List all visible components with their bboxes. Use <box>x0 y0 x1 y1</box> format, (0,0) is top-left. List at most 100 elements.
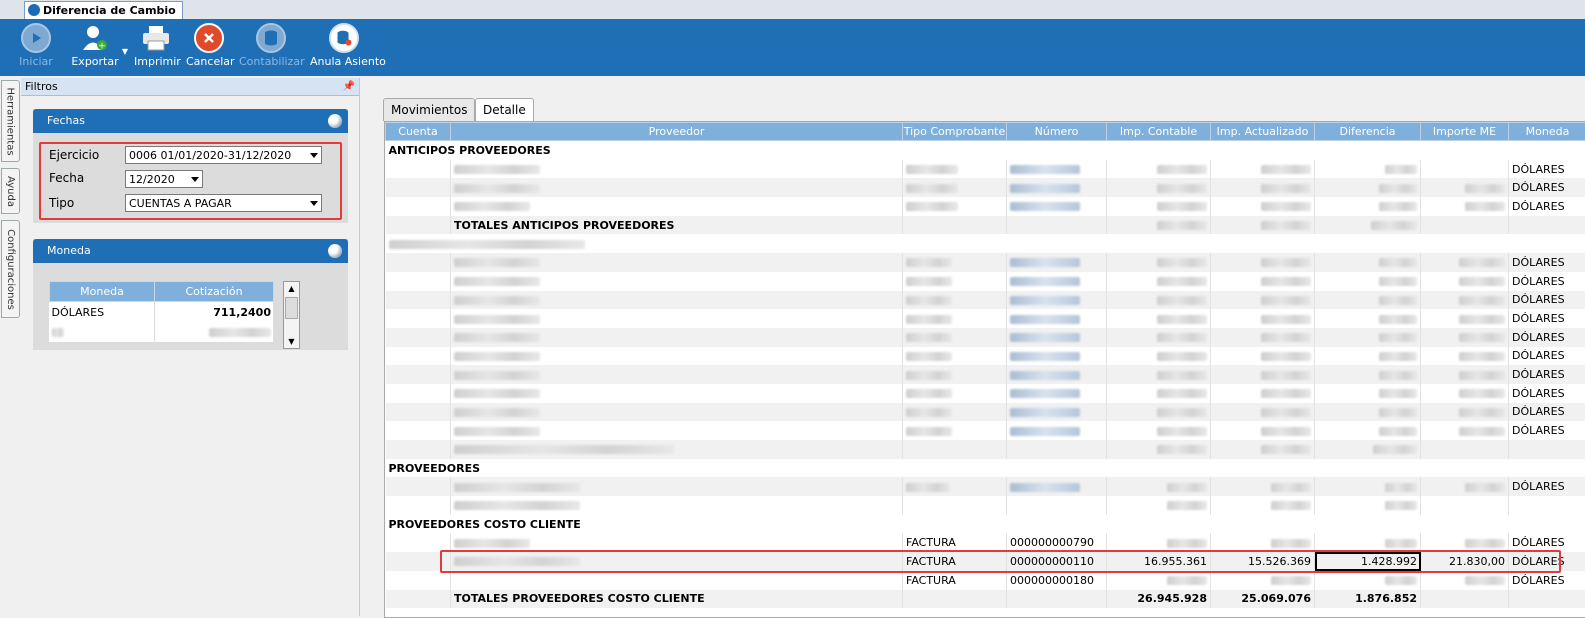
numero-cell: 000000000180 <box>1007 571 1107 590</box>
table-row[interactable]: DÓLARES <box>386 384 1585 403</box>
scroll-up-icon[interactable]: ▲ <box>284 282 299 295</box>
dropdown-arrow-icon[interactable]: ▼ <box>122 47 128 56</box>
moneda-cell: DÓLARES <box>1509 272 1585 291</box>
col-proveedor[interactable]: Proveedor <box>451 123 903 141</box>
group-label: PROVEEDORES <box>386 459 1585 478</box>
tab-movimientos[interactable]: Movimientos <box>383 98 475 121</box>
table-row[interactable]: DÓLARES <box>386 477 1585 496</box>
table-row[interactable]: DÓLARES <box>386 291 1585 310</box>
col-diferencia[interactable]: Diferencia <box>1315 123 1421 141</box>
total-diferencia: 1.876.852 <box>1315 590 1421 609</box>
moneda-cell: DÓLARES <box>1509 477 1585 496</box>
moneda-col-header[interactable]: Moneda <box>50 282 155 302</box>
moneda-title: Moneda <box>47 244 91 257</box>
table-row[interactable]: DÓLARES 711,2400 <box>50 302 274 323</box>
col-tipo-comprobante[interactable]: Tipo Comprobante <box>903 123 1007 141</box>
group-row[interactable]: PROVEEDORES <box>386 459 1585 478</box>
document-tab[interactable]: Diferencia de Cambio <box>24 1 183 20</box>
scroll-thumb[interactable] <box>285 297 298 319</box>
moneda-group-header[interactable]: Moneda <box>33 239 348 263</box>
fechas-group-header[interactable]: Fechas <box>33 109 348 133</box>
cotizacion-cell <box>155 322 274 342</box>
contabilizar-button[interactable]: Contabilizar <box>239 23 303 73</box>
table-row[interactable]: DÓLARES <box>386 197 1585 216</box>
total-row[interactable] <box>386 440 1585 459</box>
moneda-scrollbar[interactable]: ▲ ▼ <box>283 281 300 349</box>
total-row[interactable]: TOTALES PROVEEDORES COSTO CLIENTE 26.945… <box>386 590 1585 609</box>
moneda-cell: DÓLARES <box>1509 403 1585 422</box>
moneda-group: Moneda Moneda Cotización DÓLARES 711,240… <box>33 239 348 350</box>
group-row[interactable] <box>386 234 1585 253</box>
table-row[interactable]: FACTURA 000000000180 DÓLARES <box>386 571 1585 590</box>
moneda-cell: DÓLARES <box>1509 384 1585 403</box>
collapse-icon[interactable] <box>328 244 342 258</box>
col-imp-contable[interactable]: Imp. Contable <box>1107 123 1211 141</box>
anula-asiento-button[interactable]: Anula Asiento <box>310 23 378 73</box>
group-row[interactable]: ANTICIPOS PROVEEDORES <box>386 141 1585 160</box>
app-icon <box>28 4 40 16</box>
table-row[interactable]: DÓLARES <box>386 328 1585 347</box>
exportar-label: Exportar <box>66 55 124 68</box>
iniciar-button[interactable]: Iniciar <box>14 23 58 73</box>
tipo-cell: FACTURA <box>903 571 1007 590</box>
table-row[interactable]: DÓLARES <box>386 347 1585 366</box>
group-label: ANTICIPOS PROVEEDORES <box>386 141 1585 160</box>
col-importe-me[interactable]: Importe ME <box>1421 123 1509 141</box>
side-tab-herramientas[interactable]: Herramientas <box>1 80 20 162</box>
col-imp-actualizado[interactable]: Imp. Actualizado <box>1211 123 1315 141</box>
total-imp-contable: 26.945.928 <box>1107 590 1211 609</box>
side-tab-ayuda[interactable]: Ayuda <box>1 168 20 214</box>
database-delete-icon <box>329 23 359 53</box>
highlight-box <box>440 550 1561 573</box>
moneda-cell: DÓLARES <box>1509 421 1585 440</box>
total-label: TOTALES PROVEEDORES COSTO CLIENTE <box>451 590 903 609</box>
moneda-cell: DÓLARES <box>1509 571 1585 590</box>
total-label: TOTALES ANTICIPOS PROVEEDORES <box>451 216 903 235</box>
moneda-cell: DÓLARES <box>1509 178 1585 197</box>
main-content: Movimientos Detalle Cuenta Proveedor Tip… <box>362 78 1585 616</box>
col-numero[interactable]: Número <box>1007 123 1107 141</box>
group-row[interactable]: PROVEEDORES COSTO CLIENTE <box>386 515 1585 534</box>
cancelar-button[interactable]: Cancelar <box>186 23 232 73</box>
tab-detalle[interactable]: Detalle <box>475 98 534 121</box>
table-row[interactable]: DÓLARES <box>386 365 1585 384</box>
table-row[interactable]: DÓLARES <box>386 178 1585 197</box>
table-row[interactable] <box>50 322 274 342</box>
collapse-icon[interactable] <box>328 114 342 128</box>
col-cuenta[interactable]: Cuenta <box>386 123 451 141</box>
exportar-button[interactable]: + Exportar ▼ <box>66 23 124 73</box>
iniciar-label: Iniciar <box>14 55 58 68</box>
table-row[interactable]: DÓLARES <box>386 421 1585 440</box>
scroll-down-icon[interactable]: ▼ <box>284 335 299 348</box>
total-row[interactable] <box>386 496 1585 515</box>
col-moneda[interactable]: Moneda <box>1509 123 1585 141</box>
table-row[interactable]: DÓLARES <box>386 403 1585 422</box>
filters-panel: Filtros 📌 Fechas Ejercicio 0006 01/01/20… <box>21 78 360 616</box>
side-tab-configuraciones[interactable]: Configuraciones <box>1 220 20 318</box>
imprimir-button[interactable]: Imprimir <box>134 23 178 73</box>
total-row[interactable]: TOTALES ANTICIPOS PROVEEDORES <box>386 216 1585 235</box>
moneda-cell <box>50 322 155 342</box>
detail-grid[interactable]: Cuenta Proveedor Tipo Comprobante Número… <box>384 121 1585 618</box>
table-row[interactable]: DÓLARES <box>386 160 1585 179</box>
moneda-cell: DÓLARES <box>1509 197 1585 216</box>
redacted-text <box>52 328 64 337</box>
printer-icon <box>141 23 171 53</box>
moneda-cell: DÓLARES <box>1509 291 1585 310</box>
table-row[interactable]: DÓLARES <box>386 253 1585 272</box>
pin-icon[interactable]: 📌 <box>343 78 355 95</box>
document-tabbar: Diferencia de Cambio <box>0 0 1585 20</box>
side-tab-label: Ayuda <box>5 176 16 207</box>
tab-label: Movimientos <box>391 103 467 117</box>
side-tab-label: Configuraciones <box>5 229 16 310</box>
moneda-cell: DÓLARES <box>1509 309 1585 328</box>
side-tab-label: Herramientas <box>5 87 16 155</box>
cancel-icon <box>194 23 224 53</box>
cotizacion-col-header[interactable]: Cotización <box>155 282 274 302</box>
moneda-cell: DÓLARES <box>1509 347 1585 366</box>
table-row[interactable]: DÓLARES <box>386 272 1585 291</box>
total-imp-actualizado: 25.069.076 <box>1211 590 1315 609</box>
moneda-cell: DÓLARES <box>50 302 155 323</box>
redacted-text <box>209 328 271 337</box>
table-row[interactable]: DÓLARES <box>386 309 1585 328</box>
